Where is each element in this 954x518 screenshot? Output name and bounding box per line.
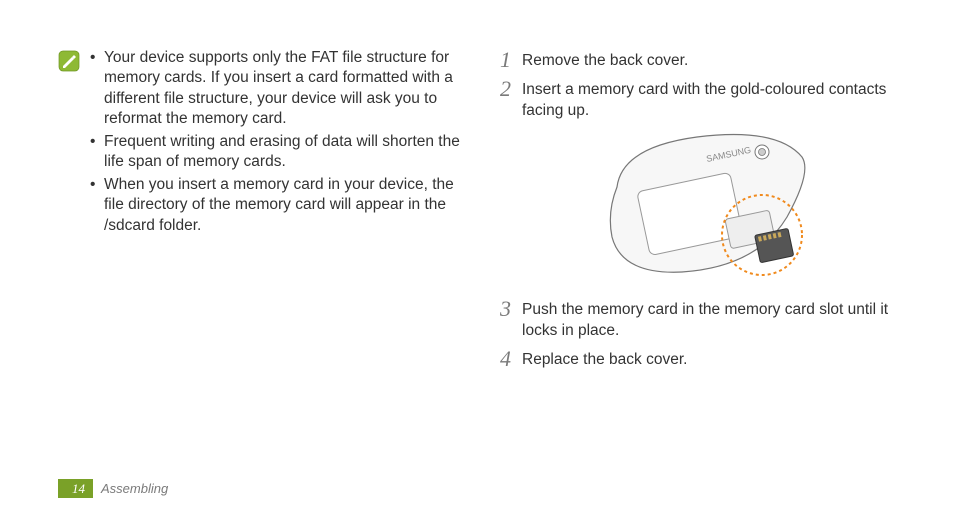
- page-number-badge: 14: [58, 479, 93, 498]
- step-number: 2: [500, 77, 522, 121]
- note-bullet: • When you insert a memory card in your …: [90, 175, 472, 236]
- step-text: Insert a memory card with the gold-colou…: [522, 77, 914, 121]
- bullet-dot: •: [90, 175, 104, 236]
- memory-card-illustration: SAMSUNG: [587, 127, 827, 287]
- steps-list: 1 Remove the back cover. 2 Insert a memo…: [500, 48, 914, 371]
- step-item: 2 Insert a memory card with the gold-col…: [500, 77, 914, 121]
- section-title: Assembling: [101, 480, 168, 497]
- left-column: • Your device supports only the FAT file…: [58, 48, 472, 377]
- content-columns: • Your device supports only the FAT file…: [58, 48, 914, 377]
- note-bullet-text: Frequent writing and erasing of data wil…: [104, 132, 472, 173]
- note-bullets: • Your device supports only the FAT file…: [90, 48, 472, 238]
- bullet-dot: •: [90, 132, 104, 173]
- step-number: 3: [500, 297, 522, 341]
- step-number: 4: [500, 347, 522, 370]
- note-bullet: • Frequent writing and erasing of data w…: [90, 132, 472, 173]
- note-bullet: • Your device supports only the FAT file…: [90, 48, 472, 130]
- note-bullet-text: When you insert a memory card in your de…: [104, 175, 472, 236]
- page-footer: 14 Assembling: [58, 479, 168, 498]
- right-column: 1 Remove the back cover. 2 Insert a memo…: [500, 48, 914, 377]
- note-bullet-text: Your device supports only the FAT file s…: [104, 48, 472, 130]
- step-text: Push the memory card in the memory card …: [522, 297, 914, 341]
- step-text: Remove the back cover.: [522, 48, 914, 71]
- step-item: 3 Push the memory card in the memory car…: [500, 297, 914, 341]
- step-item: 1 Remove the back cover.: [500, 48, 914, 71]
- step-text: Replace the back cover.: [522, 347, 914, 370]
- note-box: • Your device supports only the FAT file…: [58, 48, 472, 238]
- note-icon: [58, 50, 80, 72]
- step-number: 1: [500, 48, 522, 71]
- bullet-dot: •: [90, 48, 104, 130]
- step-item: 4 Replace the back cover.: [500, 347, 914, 370]
